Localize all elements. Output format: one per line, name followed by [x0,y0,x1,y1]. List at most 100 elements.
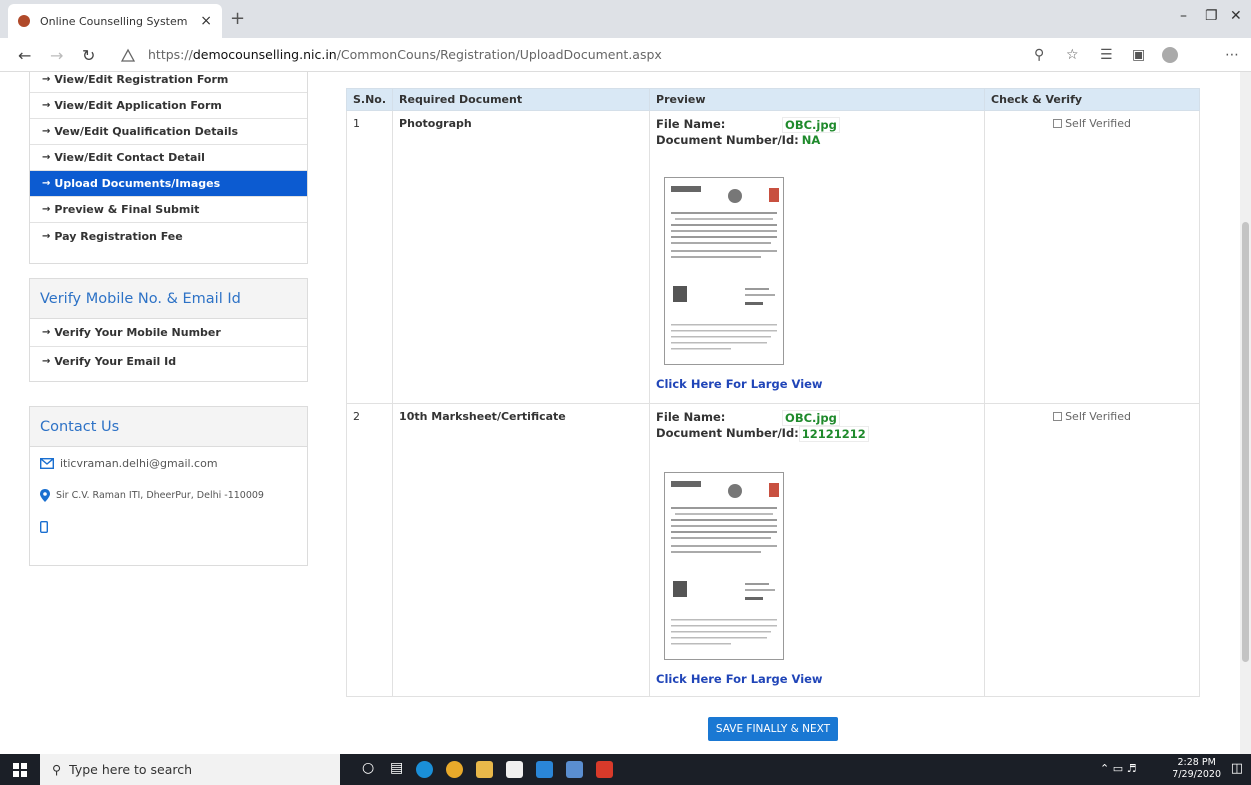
cell-preview: File Name: OBC.jpg Document Number/Id: 121… [649,403,986,697]
tab-close-icon[interactable]: × [200,13,212,29]
favorites-list-icon[interactable]: ☰ [1100,47,1113,63]
taskbar-search-placeholder: Type here to search [69,762,193,777]
envelope-icon [40,457,54,469]
tab-title: Online Counselling System [40,14,188,28]
file-name-value: OBC.jpg [782,117,840,133]
system-tray-icons[interactable]: ⌃ ▭ ♬ [1100,762,1136,775]
self-verified-checkbox[interactable]: Self Verified [991,410,1193,423]
doc-number-value: NA [801,133,821,147]
contact-address: Sir C.V. Raman ITI, DheerPur, Delhi -110… [30,479,307,511]
sidebar-item-contact-detail[interactable]: → View/Edit Contact Detail [30,145,307,171]
cell-preview: File Name: OBC.jpg Document Number/Id: NA [649,110,986,404]
document-preview-image [664,177,785,365]
col-header-preview: Preview [649,88,986,111]
arrow-right-icon: → [42,100,51,111]
verify-mobile-link[interactable]: → Verify Your Mobile Number [30,319,307,347]
collections-icon[interactable]: ▣ [1132,47,1145,63]
browser-tab[interactable]: Online Counselling System × [8,4,222,38]
file-name-value: OBC.jpg [782,410,840,426]
sidebar-item-label: View/Edit Application Form [54,99,222,112]
doc-number-label: Document Number/Id: [656,133,799,147]
cell-sno: 2 [345,403,394,697]
table-header-row: S.No. Required Document Preview Check & … [345,88,1200,111]
store-icon[interactable] [506,761,523,778]
close-window-icon[interactable]: ✕ [1230,8,1242,24]
col-header-verify: Check & Verify [984,88,1200,111]
profile-avatar[interactable] [1162,47,1178,63]
taskbar-clock[interactable]: 2:28 PM 7/29/2020 [1172,757,1221,781]
address-bar: ← → ↻ https://democounselling.nic.in/Com… [0,38,1251,72]
sidebar-item-label: View/Edit Registration Form [54,73,229,86]
sidebar-item-registration-form[interactable]: → View/Edit Registration Form [30,72,307,93]
sidebar-item-qualification[interactable]: → Vew/Edit Qualification Details [30,119,307,145]
contact-panel: Contact Us iticvraman.delhi@gmail.com Si… [29,406,308,566]
map-pin-icon [40,488,50,502]
doc-number-value: 12121212 [798,426,869,442]
file-name-label: File Name: [656,410,726,424]
windows-taskbar: ⚲ Type here to search ○ ▤ ⌃ ▭ ♬ 2:28 PM … [0,754,1251,785]
lock-icon [120,48,136,62]
sidebar-item-upload-documents[interactable]: → Upload Documents/Images [30,171,307,197]
sidebar-item-label: Upload Documents/Images [54,177,221,190]
cell-sno: 1 [345,110,394,404]
col-header-document: Required Document [392,88,651,111]
sidebar-item-label: Pay Registration Fee [54,229,183,243]
file-info: File Name: OBC.jpg Document Number/Id: 121… [656,410,869,442]
more-menu-icon[interactable]: ⋯ [1225,47,1239,63]
arrow-right-icon: → [42,204,51,215]
large-view-link[interactable]: Click Here For Large View [656,672,978,686]
arrow-right-icon: → [42,126,51,137]
verify-email-label: Verify Your Email Id [54,354,177,368]
mail-icon[interactable] [536,761,553,778]
mobile-phone-icon [40,521,48,533]
edge-browser-icon[interactable] [416,761,433,778]
sidebar-item-preview-submit[interactable]: → Preview & Final Submit [30,197,307,223]
certificate-thumbnail [671,186,780,350]
sidebar-menu: → View/Edit Registration Form → View/Edit … [29,72,308,264]
cell-document-name: 10th Marksheet/Certificate [392,403,651,697]
cortana-icon[interactable]: ○ [362,760,374,776]
sidebar-item-application-form[interactable]: → View/Edit Application Form [30,93,307,119]
minimize-icon[interactable]: – [1180,8,1187,24]
notification-icon[interactable]: ◫ [1231,761,1243,776]
taskbar-search[interactable]: ⚲ Type here to search [40,754,340,785]
forward-icon[interactable]: → [50,46,63,65]
scrollbar-thumb[interactable] [1242,222,1249,662]
windows-start-icon[interactable] [13,763,27,777]
self-verified-label: Self Verified [1065,410,1131,423]
task-view-icon[interactable]: ▤ [390,760,403,776]
acrobat-icon[interactable] [596,761,613,778]
new-tab-button[interactable]: + [230,8,245,29]
checkbox-box[interactable] [1053,412,1063,421]
refresh-icon[interactable]: ↻ [82,46,95,65]
contact-email-text: iticvraman.delhi@gmail.com [60,456,218,470]
checkbox-box[interactable] [1053,119,1063,128]
verify-panel-title: Verify Mobile No. & Email Id [30,279,307,319]
zoom-icon[interactable]: ⚲ [1034,47,1044,63]
save-finally-next-button[interactable]: SAVE FINALLY & NEXT [708,717,838,741]
favorite-star-icon[interactable]: ☆ [1066,47,1079,63]
page-scrollbar[interactable] [1240,72,1251,754]
self-verified-label: Self Verified [1065,117,1131,130]
url-path: /CommonCouns/Registration/UploadDocument… [336,47,662,62]
arrow-right-icon: → [42,230,51,242]
arrow-right-icon: → [42,178,51,189]
search-icon: ⚲ [52,762,62,777]
cell-verify: Self Verified [984,403,1200,697]
verify-email-link[interactable]: → Verify Your Email Id [30,347,307,375]
self-verified-checkbox[interactable]: Self Verified [991,117,1193,130]
file-info: File Name: OBC.jpg Document Number/Id: NA [656,117,840,147]
maximize-icon[interactable]: ❐ [1205,8,1218,24]
chrome-icon[interactable] [446,761,463,778]
sidebar-item-pay-fee[interactable]: → Pay Registration Fee [30,223,307,249]
verify-mobile-label: Verify Your Mobile Number [54,326,221,339]
url-field[interactable]: https://democounselling.nic.in/CommonCou… [148,47,662,62]
app-icon[interactable] [566,761,583,778]
file-explorer-icon[interactable] [476,761,493,778]
documents-table: S.No. Required Document Preview Check & … [345,88,1200,697]
back-icon[interactable]: ← [18,46,31,65]
sidebar-item-label: View/Edit Contact Detail [54,151,205,164]
table-row: 2 10th Marksheet/Certificate File Name: O… [345,403,1200,697]
large-view-link[interactable]: Click Here For Large View [656,377,978,391]
certificate-thumbnail [671,481,780,645]
